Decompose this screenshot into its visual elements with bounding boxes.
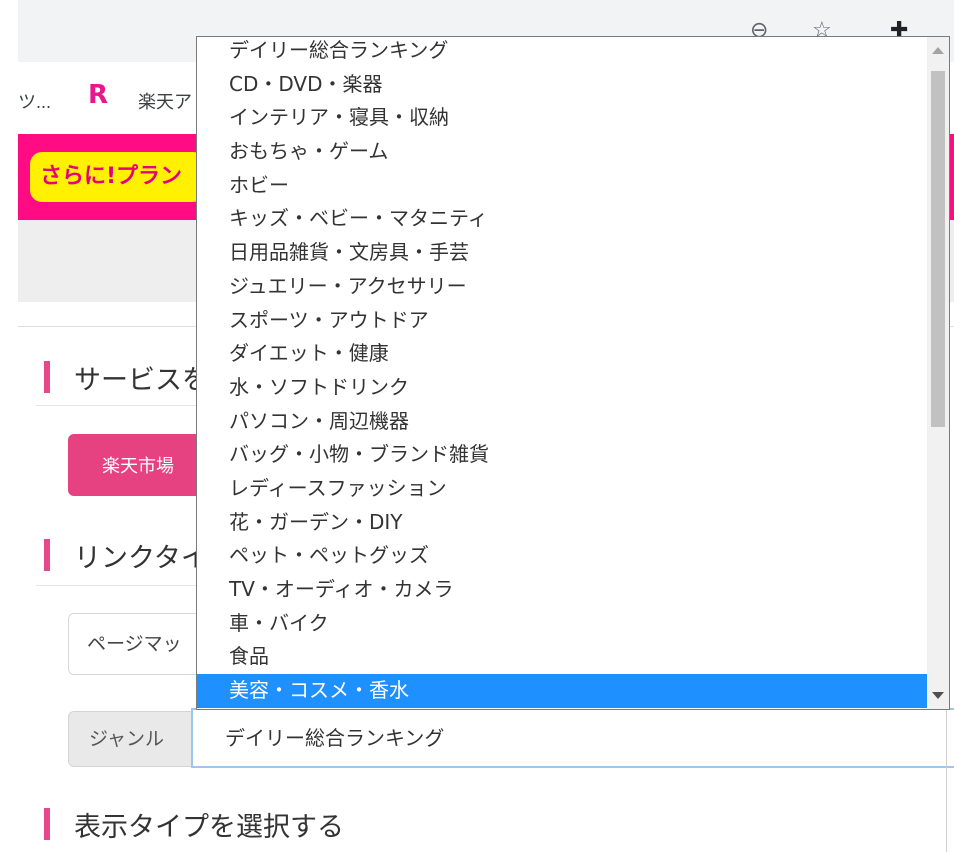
section-title: リンクタイ [74, 542, 208, 574]
dropdown-option[interactable]: ペット・ペットグッズ [197, 539, 927, 573]
page: ⊖ ☆ ✚ ツ... R 楽天ア さらに!プラン サービスを 楽天市場 リンクタ… [0, 0, 954, 852]
rakuten-ichiba-button[interactable]: 楽天市場 [68, 434, 208, 496]
divider [36, 585, 206, 586]
genre-dropdown-list[interactable]: デイリー総合ランキング CD・DVD・楽器 インテリア・寝具・収納 おもちゃ・ゲ… [196, 36, 950, 710]
section-heading-service: サービスを [44, 357, 209, 397]
scroll-down-arrow-icon[interactable] [932, 692, 944, 699]
dropdown-option[interactable]: ホビー [197, 169, 927, 203]
genre-label: ジャンル [68, 711, 192, 767]
dropdown-option[interactable]: デイリー総合ランキング [197, 37, 927, 68]
section-accent-bar [44, 361, 50, 393]
bookmark-item-rakuten[interactable]: 楽天ア [138, 88, 192, 114]
bookmark-item[interactable]: ツ... [18, 88, 51, 114]
divider [36, 405, 206, 406]
dropdown-option-selected[interactable]: 美容・コスメ・香水 [197, 674, 927, 708]
dropdown-option[interactable]: 日用品雑貨・文房具・手芸 [197, 236, 927, 270]
dropdown-option[interactable]: パソコン・周辺機器 [197, 405, 927, 439]
scrollbar-thumb[interactable] [931, 71, 945, 427]
section-accent-bar [44, 808, 50, 840]
dropdown-option[interactable]: レディースファッション [197, 472, 927, 506]
section-title: サービスを [74, 364, 209, 396]
section-accent-bar [44, 539, 50, 571]
dropdown-option[interactable]: ダイエット・健康 [197, 337, 927, 371]
section-heading-display-type: 表示タイプを選択する [44, 804, 344, 844]
genre-select[interactable]: デイリー総合ランキング [191, 708, 954, 768]
dropdown-option[interactable]: 車・バイク [197, 607, 927, 641]
dropdown-option[interactable]: 花・ガーデン・DIY [197, 506, 927, 540]
section-heading-link-type: リンクタイ [44, 535, 208, 575]
dropdown-options: デイリー総合ランキング CD・DVD・楽器 インテリア・寝具・収納 おもちゃ・ゲ… [197, 37, 927, 708]
dropdown-option[interactable]: おもちゃ・ゲーム [197, 135, 927, 169]
link-type-select[interactable]: ページマッ [68, 613, 208, 675]
divider [946, 710, 947, 852]
dropdown-option[interactable]: キッズ・ベビー・マタニティ [197, 202, 927, 236]
scroll-up-arrow-icon[interactable] [932, 47, 944, 54]
dropdown-option[interactable]: ジュエリー・アクセサリー [197, 270, 927, 304]
dropdown-scrollbar[interactable] [927, 37, 949, 709]
dropdown-option[interactable]: 食品 [197, 640, 927, 674]
promo-banner-text: さらに!プラン [30, 152, 205, 202]
section-title: 表示タイプを選択する [74, 811, 344, 843]
dropdown-option[interactable]: 水・ソフトドリンク [197, 371, 927, 405]
dropdown-option[interactable]: バッグ・小物・ブランド雑貨 [197, 438, 927, 472]
rakuten-logo-icon[interactable]: R [88, 80, 108, 110]
dropdown-option[interactable]: インテリア・寝具・収納 [197, 101, 927, 135]
dropdown-option[interactable]: スポーツ・アウトドア [197, 304, 927, 338]
dropdown-option[interactable]: CD・DVD・楽器 [197, 68, 927, 102]
dropdown-option[interactable]: TV・オーディオ・カメラ [197, 573, 927, 607]
